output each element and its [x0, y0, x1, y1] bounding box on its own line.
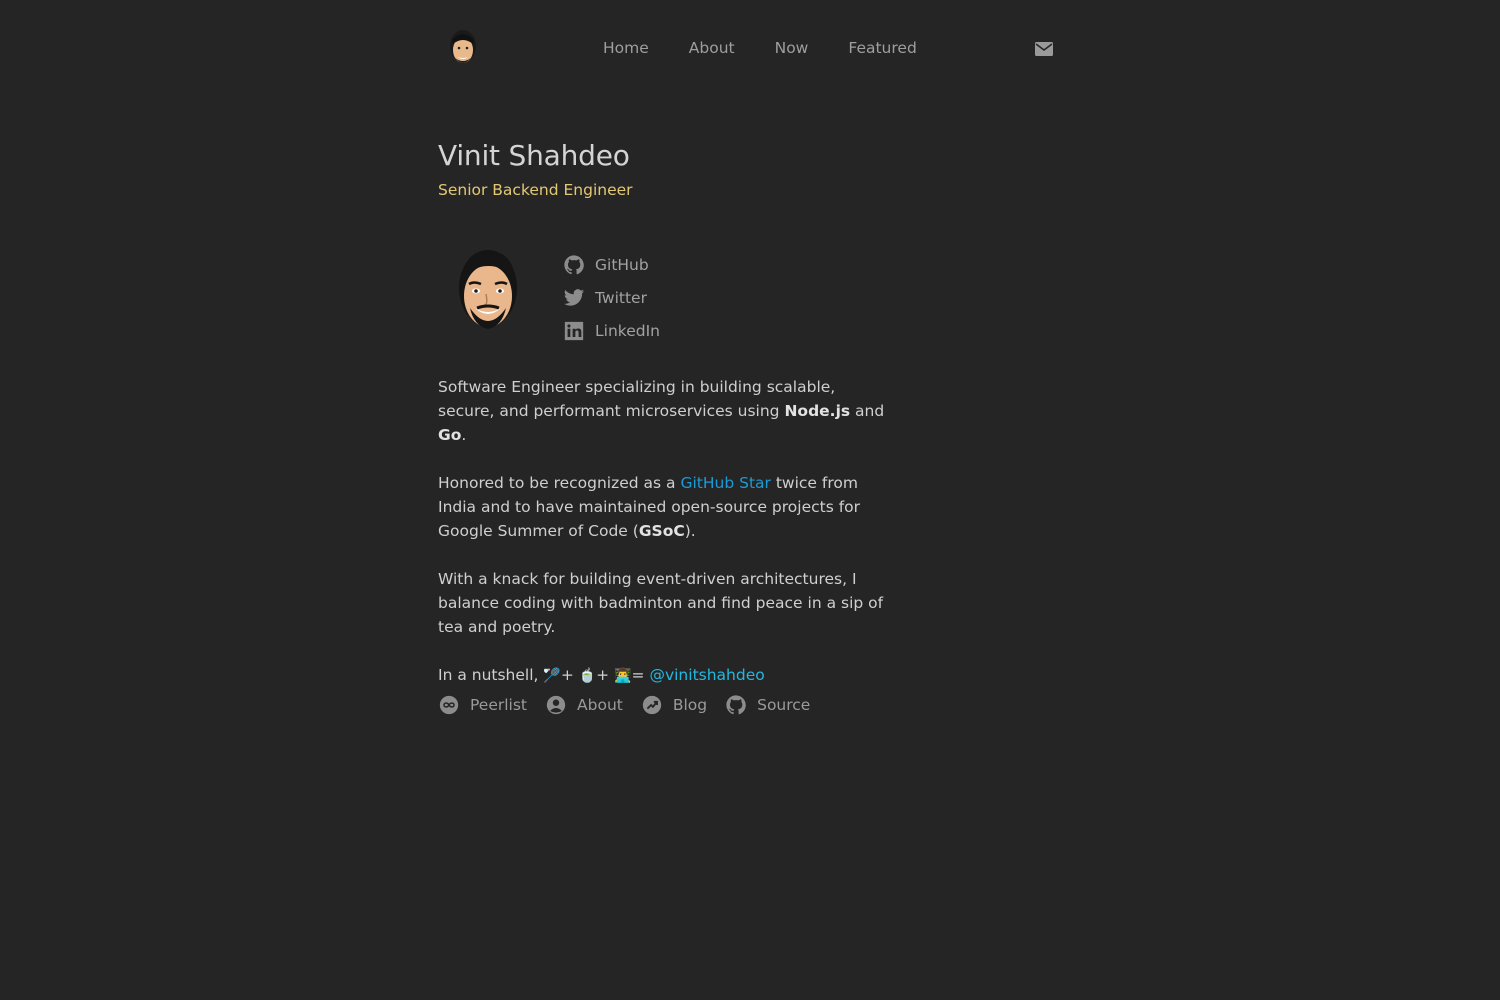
footer-blog-label: Blog [672, 696, 708, 714]
social-links: GitHub Twitter LinkedIn [563, 248, 660, 347]
footer-links: Peerlist About Blog Source [438, 694, 810, 716]
github-star-link[interactable]: GitHub Star [680, 474, 770, 492]
footer-about-label: About [577, 696, 623, 714]
go-text: Go [438, 426, 462, 444]
footer-peerlist-link[interactable]: Peerlist [438, 694, 527, 716]
social-twitter-label: Twitter [595, 288, 647, 307]
twitter-icon [563, 288, 585, 306]
nav-about-link[interactable]: About [689, 39, 735, 57]
nav-now-link[interactable]: Now [775, 39, 809, 57]
tea-emoji: 🍵 [578, 668, 597, 684]
top-nav: Home About Now Featured [0, 26, 1500, 72]
coder-emoji: 👨‍💻 [614, 668, 632, 684]
social-linkedin-link[interactable]: LinkedIn [563, 314, 660, 347]
peerlist-icon [439, 695, 459, 715]
footer-source-link[interactable]: Source [725, 694, 810, 716]
social-github-label: GitHub [595, 255, 649, 274]
bio-paragraph-3: With a knack for building event-driven a… [438, 570, 884, 636]
badminton-emoji: 🏸 [543, 668, 561, 684]
user-circle-icon [546, 695, 566, 715]
social-linkedin-label: LinkedIn [595, 321, 660, 340]
footer-source-label: Source [757, 696, 811, 714]
handle-link[interactable]: @vinitshahdeo [649, 666, 764, 684]
bio-paragraph-2: Honored to be recognized as a GitHub Sta… [438, 474, 861, 540]
page-title: Vinit Shahdeo [438, 139, 630, 172]
social-twitter-link[interactable]: Twitter [563, 281, 660, 314]
avatar-icon[interactable] [446, 26, 480, 72]
bio-paragraph-1: Software Engineer specializing in buildi… [438, 378, 885, 444]
mail-icon[interactable] [1035, 41, 1053, 56]
github-icon [564, 254, 584, 274]
footer-blog-link[interactable]: Blog [641, 694, 707, 716]
gsoc-text: GSoC [638, 522, 685, 540]
github-icon [726, 695, 746, 715]
arrow-circle-icon [642, 695, 662, 715]
nav-home-link[interactable]: Home [603, 39, 649, 57]
footer-about-link[interactable]: About [545, 694, 623, 716]
nav-featured-link[interactable]: Featured [848, 39, 916, 57]
footer-peerlist-label: Peerlist [470, 696, 528, 714]
job-title: Senior Backend Engineer [438, 181, 633, 199]
bio: Software Engineer specializing in buildi… [438, 375, 888, 712]
social-github-link[interactable]: GitHub [563, 248, 660, 281]
nav-links: Home About Now Featured [603, 39, 917, 57]
bio-paragraph-4: In a nutshell, 🏸+ 🍵+ 👨‍💻= @vinitshahdeo [438, 666, 765, 684]
nodejs-text: Node.js [784, 402, 851, 420]
avatar-image [455, 246, 521, 336]
linkedin-icon [564, 321, 584, 340]
